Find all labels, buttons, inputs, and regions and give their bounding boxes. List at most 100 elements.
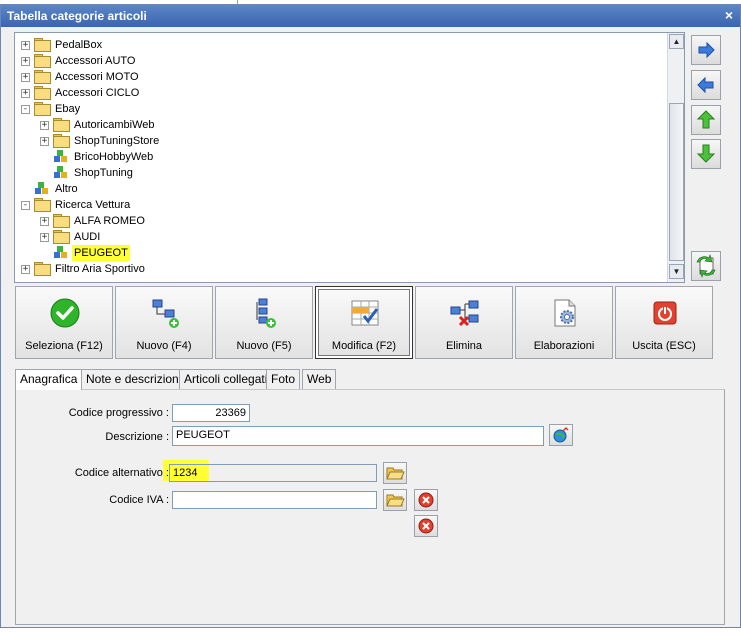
dialog-window: Tabella categorie articoli × + PedalBox + A… [0, 4, 741, 628]
iva-clear-button[interactable] [414, 489, 438, 511]
tree-item-label: Accessori AUTO [55, 55, 136, 67]
expand-icon[interactable]: + [21, 89, 30, 98]
move-up-button[interactable] [691, 105, 721, 135]
blocks-icon [53, 246, 69, 260]
folder-icon [34, 54, 51, 68]
tree-item-label: AUDI [74, 231, 101, 243]
window-title: Tabella categorie articoli [7, 9, 147, 23]
arrow-left-icon [697, 76, 714, 94]
blocks-icon [53, 150, 69, 164]
scroll-thumb[interactable] [669, 103, 684, 261]
alternativo-browse-button[interactable] [383, 462, 407, 484]
select-button-label: Seleziona (F12) [25, 340, 103, 352]
tab-strip: Anagrafica Note e descrizioni Articoli c… [15, 369, 725, 390]
tree-item-label: Altro [55, 183, 78, 195]
arrow-down-icon [696, 144, 716, 163]
new-f4-button[interactable]: Nuovo (F4) [115, 286, 213, 359]
descrizione-field[interactable]: PEUGEOT [172, 426, 544, 446]
alternativo-field[interactable]: 1234 [169, 464, 377, 482]
new-sibling-icon [152, 299, 179, 328]
iva-label: Codice IVA : [109, 494, 169, 506]
exit-button-label: Uscita (ESC) [632, 340, 696, 352]
folder-icon [53, 134, 70, 148]
folder-icon [53, 214, 70, 228]
expand-icon[interactable]: + [21, 41, 30, 50]
tree-item-label: ShopTuning [74, 167, 133, 179]
progressivo-field[interactable]: 23369 [172, 404, 250, 422]
folder-icon [34, 70, 51, 84]
new-f4-label: Nuovo (F4) [136, 340, 192, 352]
expand-icon[interactable]: + [40, 233, 49, 242]
expand-icon[interactable]: + [40, 137, 49, 146]
iva-browse-button[interactable] [383, 489, 407, 511]
power-off-icon [653, 301, 677, 325]
process-gear-icon [554, 299, 576, 327]
tab-note-descrizioni[interactable]: Note e descrizioni [81, 369, 187, 389]
folder-icon [34, 198, 51, 212]
processing-button[interactable]: Elaborazioni [515, 286, 613, 359]
tree-item-label: PEUGEOT [72, 245, 130, 261]
tree-item-label: Filtro Aria Sportivo [55, 263, 145, 275]
tree-item-label: Accessori CICLO [55, 87, 140, 99]
edit-button[interactable]: Modifica (F2) [315, 286, 413, 359]
tab-articoli-collegati[interactable]: Articoli collegati [179, 369, 273, 389]
folder-icon [53, 118, 70, 132]
tree-list: + PedalBox + Accessori AUTO + Accessori MOTO +… [15, 33, 667, 282]
folder-open-icon [386, 494, 405, 507]
tree-item-label: Ricerca Vettura [55, 199, 131, 211]
delete-button[interactable]: Elimina [415, 286, 513, 359]
action-toolbar: Seleziona (F12) Nuovo (F4) Nuovo (F5) Mo… [15, 286, 715, 359]
move-left-button[interactable] [691, 70, 721, 100]
scroll-up-icon[interactable]: ▲ [669, 34, 684, 49]
clear-x-icon [418, 492, 434, 508]
refresh-icon [696, 253, 716, 279]
close-icon[interactable]: × [725, 7, 733, 23]
expand-icon[interactable]: + [21, 57, 30, 66]
folder-open-icon [386, 467, 405, 480]
expand-icon[interactable]: + [21, 265, 30, 274]
tree-item-label: AutoricambiWeb [74, 119, 155, 131]
move-right-button[interactable] [691, 35, 721, 65]
globe-icon [553, 426, 569, 443]
tab-web[interactable]: Web [302, 369, 337, 389]
exit-button[interactable]: Uscita (ESC) [615, 286, 713, 359]
edit-button-label: Modifica (F2) [331, 340, 397, 352]
tree-scrollbar[interactable]: ▲ ▼ [667, 33, 684, 282]
refresh-button[interactable] [691, 251, 721, 281]
scroll-down-icon[interactable]: ▼ [669, 264, 684, 279]
arrow-up-icon [696, 110, 716, 129]
tree-item-label: Accessori MOTO [55, 71, 139, 83]
folder-icon [34, 86, 51, 100]
descrizione-label: Descrizione : [105, 431, 169, 443]
expand-icon[interactable]: + [40, 121, 49, 130]
tree-item-label: Ebay [55, 103, 81, 115]
category-tree[interactable]: + PedalBox + Accessori AUTO + Accessori MOTO +… [14, 32, 685, 283]
clear-button[interactable] [414, 515, 438, 537]
expand-icon[interactable]: + [21, 73, 30, 82]
tab-anagrafica[interactable]: Anagrafica [15, 369, 83, 390]
checkmark-icon [50, 298, 80, 328]
move-buttons [691, 35, 721, 169]
blocks-icon [34, 182, 50, 196]
alternativo-label: Codice alternativo : [74, 467, 169, 479]
folder-icon [34, 102, 51, 116]
tab-foto[interactable]: Foto [266, 369, 301, 389]
iva-field[interactable] [172, 491, 377, 509]
clear-x-icon [418, 518, 434, 534]
background-strip-bottom [0, 628, 741, 632]
title-bar: Tabella categorie articoli × [1, 5, 740, 27]
new-f5-button[interactable]: Nuovo (F5) [215, 286, 313, 359]
select-button[interactable]: Seleziona (F12) [15, 286, 113, 359]
collapse-icon[interactable]: - [21, 105, 30, 114]
delete-button-label: Elimina [445, 340, 483, 352]
expand-icon[interactable]: + [40, 217, 49, 226]
tree-item-label: ShopTuningStore [74, 135, 160, 147]
move-down-button[interactable] [691, 139, 721, 169]
processing-button-label: Elaborazioni [533, 340, 595, 352]
tree-item-label: ALFA ROMEO [74, 215, 145, 227]
new-child-icon [256, 298, 276, 328]
tree-item-label: PedalBox [55, 39, 103, 51]
collapse-icon[interactable]: - [21, 201, 30, 210]
translate-button[interactable] [549, 424, 573, 446]
edit-table-icon [351, 300, 379, 326]
